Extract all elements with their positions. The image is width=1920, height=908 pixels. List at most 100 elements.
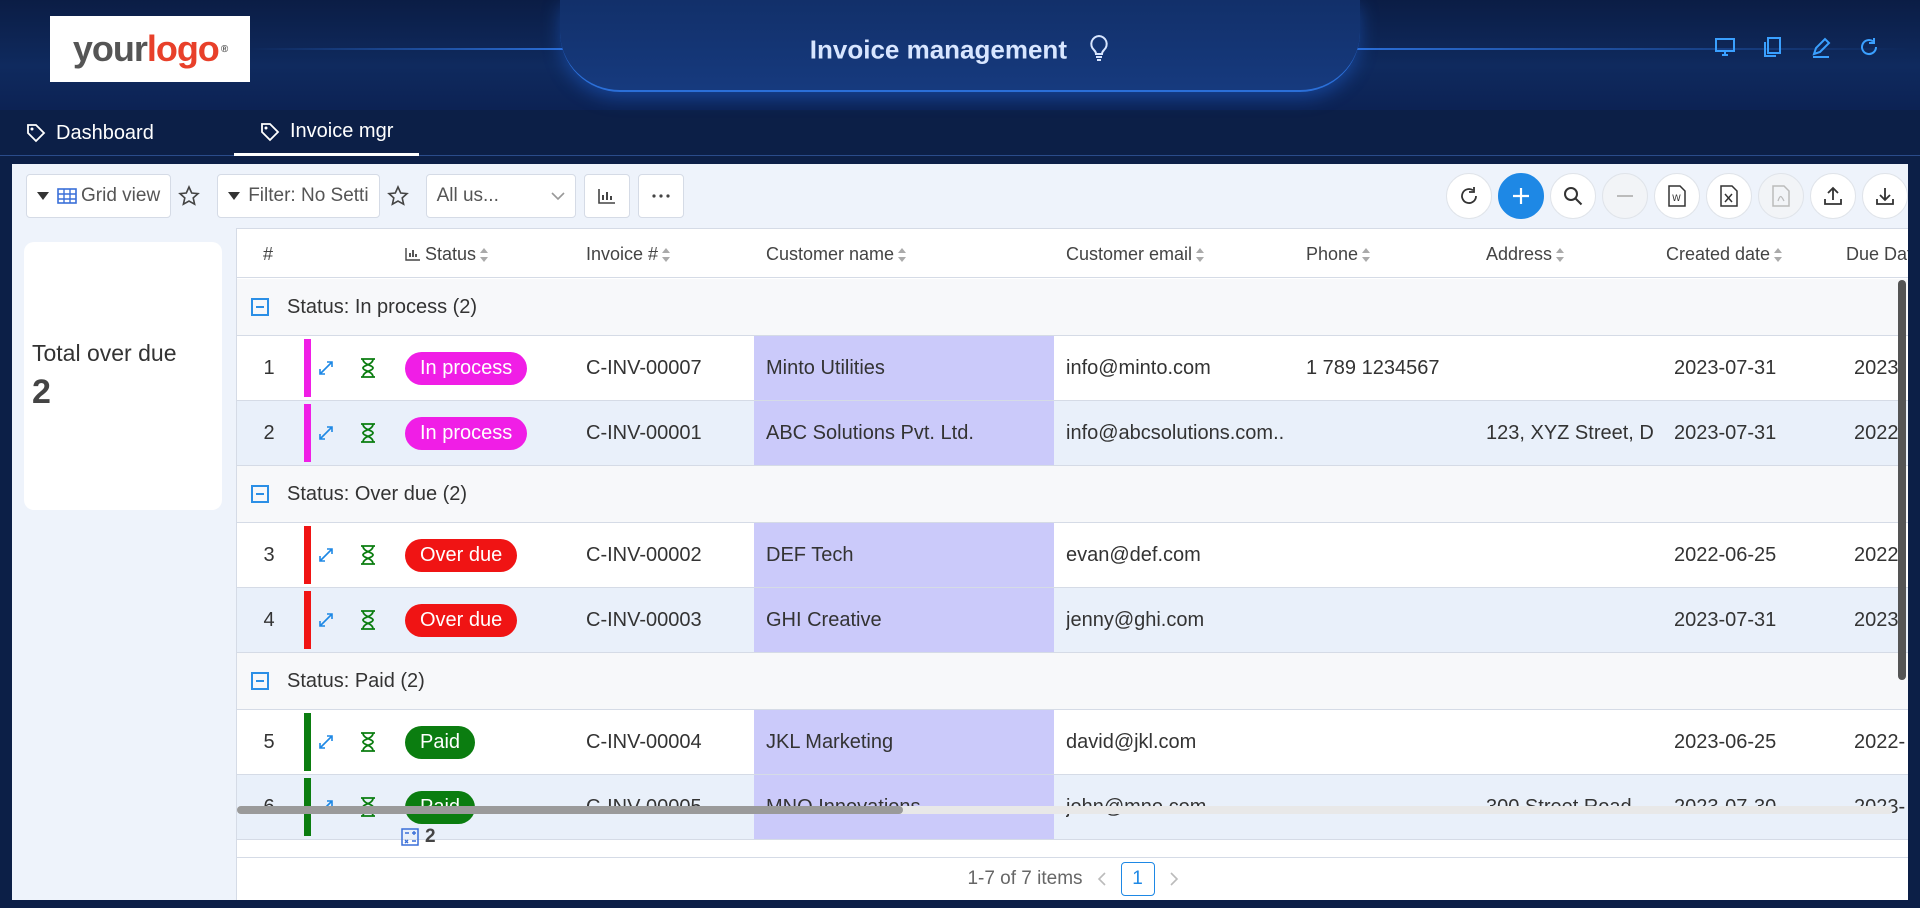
row-number: 2 [263,422,275,444]
col-header-phone[interactable]: Phone [1306,229,1371,279]
horizontal-scrollbar[interactable] [237,806,1893,814]
vertical-scrollbar[interactable] [1898,280,1906,680]
table-row[interactable]: 5 Paid C-INV-00004 JKL Marketing david@jkl.c… [237,710,1908,775]
star-icon[interactable] [171,185,207,207]
add-button[interactable] [1498,173,1544,219]
table-row[interactable]: 2 In process C-INV-00001 ABC Solutions Pvt.… [237,401,1908,466]
status-badge: Paid [405,726,476,760]
collapse-icon[interactable] [251,298,269,316]
tab-dashboard-label: Dashboard [56,121,154,144]
word-icon: W [1668,185,1686,207]
search-button[interactable] [1550,173,1596,219]
card-title: Total over due [32,340,177,366]
col-header-invoice[interactable]: Invoice # [586,229,671,279]
overdue-card[interactable]: Total over due 2 [24,242,222,510]
refresh-button[interactable] [1446,173,1492,219]
phone [1306,710,1476,774]
hourglass-icon[interactable] [359,588,377,652]
chart-button[interactable] [583,174,630,218]
collapse-icon[interactable] [251,485,269,503]
address: 123, XYZ Street, D [1486,422,1654,444]
col-header-customer[interactable]: Customer name [766,229,907,279]
more-button[interactable] [637,174,684,218]
tab-dashboard[interactable]: Dashboard [0,110,180,156]
col-header-email[interactable]: Customer email [1066,229,1205,279]
search-icon [1564,187,1583,206]
phone [1306,523,1476,587]
hourglass-icon[interactable] [359,401,377,465]
hourglass-icon[interactable] [359,523,377,587]
group-label: Status: Over due (2) [287,482,468,505]
download-button[interactable] [1862,173,1908,219]
hourglass-icon[interactable] [359,710,377,774]
created-date: 2023-07-31 [1674,422,1777,444]
table-row[interactable]: 3 Over due C-INV-00002 DEF Tech evan@def.com… [237,523,1908,588]
upload-button[interactable] [1810,173,1856,219]
invoice-grid: # Status Invoice # Customer name Custome… [236,228,1908,900]
remove-button[interactable] [1602,173,1648,219]
address [1486,588,1656,652]
download-icon [1876,188,1894,205]
edit-icon[interactable] [1810,36,1832,58]
export-word-button[interactable]: W [1654,173,1700,219]
row-number: 1 [263,357,275,379]
hourglass-icon[interactable] [359,336,377,400]
table-row[interactable]: 1 In process C-INV-00007 Minto Utilities inf… [237,336,1908,401]
export-excel-button[interactable] [1706,173,1752,219]
chevron-left-icon[interactable] [1097,871,1107,887]
table-row[interactable]: 4 Over due C-INV-00003 GHI Creative jenny@gh… [237,588,1908,653]
customer-name: JKL Marketing [754,710,1054,774]
phone [1306,588,1476,652]
monitor-icon[interactable] [1714,36,1736,58]
customer-name: ABC Solutions Pvt. Ltd. [754,401,1054,465]
summary-count: 2 [425,826,436,847]
page-button[interactable]: 1 [1120,862,1155,896]
chevron-down-icon [550,191,565,200]
refresh-icon[interactable] [1858,36,1880,58]
row-number: 3 [263,544,275,566]
col-header-created[interactable]: Created date [1666,229,1783,279]
sort-icon [1556,248,1565,263]
invoice-number: C-INV-00004 [586,731,702,753]
status-badge: In process [405,352,528,386]
group-label: Status: Paid (2) [287,669,425,692]
card-value: 2 [32,373,51,411]
expand-icon[interactable] [317,401,335,465]
status-badge: Over due [405,539,518,573]
scrollbar-thumb[interactable] [237,806,903,814]
group-header[interactable]: Status: Over due (2) [237,466,1908,523]
customer-email: evan@def.com [1066,544,1201,566]
expand-icon[interactable] [317,523,335,587]
customer-name: DEF Tech [754,523,1054,587]
col-header-status[interactable]: Status [405,229,489,279]
star-icon[interactable] [380,185,416,207]
created-date: 2023-06-25 [1674,731,1777,753]
group-header[interactable]: Status: In process (2) [237,279,1908,336]
toolbar: Grid view Filter: No Setti All us... W [12,164,1908,228]
filter-selector[interactable]: Filter: No Setti [217,174,380,218]
user-select[interactable]: All us... [425,174,576,218]
tab-invoice-mgr[interactable]: Invoice mgr [234,110,420,156]
bar-chart-icon [405,248,420,261]
sort-icon [1362,248,1371,263]
pdf-icon [1772,185,1790,207]
group-header[interactable]: Status: Paid (2) [237,653,1908,710]
refresh-icon [1461,187,1477,204]
lightbulb-icon[interactable] [1088,34,1110,69]
col-header-address[interactable]: Address [1486,229,1565,279]
col-header-due[interactable]: Due Dat [1846,229,1908,279]
view-selector[interactable]: Grid view [26,174,172,218]
grid-header: # Status Invoice # Customer name Custome… [237,228,1908,278]
chevron-right-icon[interactable] [1169,871,1179,887]
expand-icon[interactable] [317,588,335,652]
calculator-icon [401,828,419,846]
sort-icon [1774,248,1783,263]
collapse-icon[interactable] [251,672,269,690]
filter-label: Filter: No Setti [248,185,369,206]
bar-chart-icon [597,189,615,204]
copy-icon[interactable] [1762,36,1784,58]
export-pdf-button[interactable] [1758,173,1804,219]
tab-invoice-mgr-label: Invoice mgr [290,120,394,142]
expand-icon[interactable] [317,336,335,400]
expand-icon[interactable] [317,710,335,774]
